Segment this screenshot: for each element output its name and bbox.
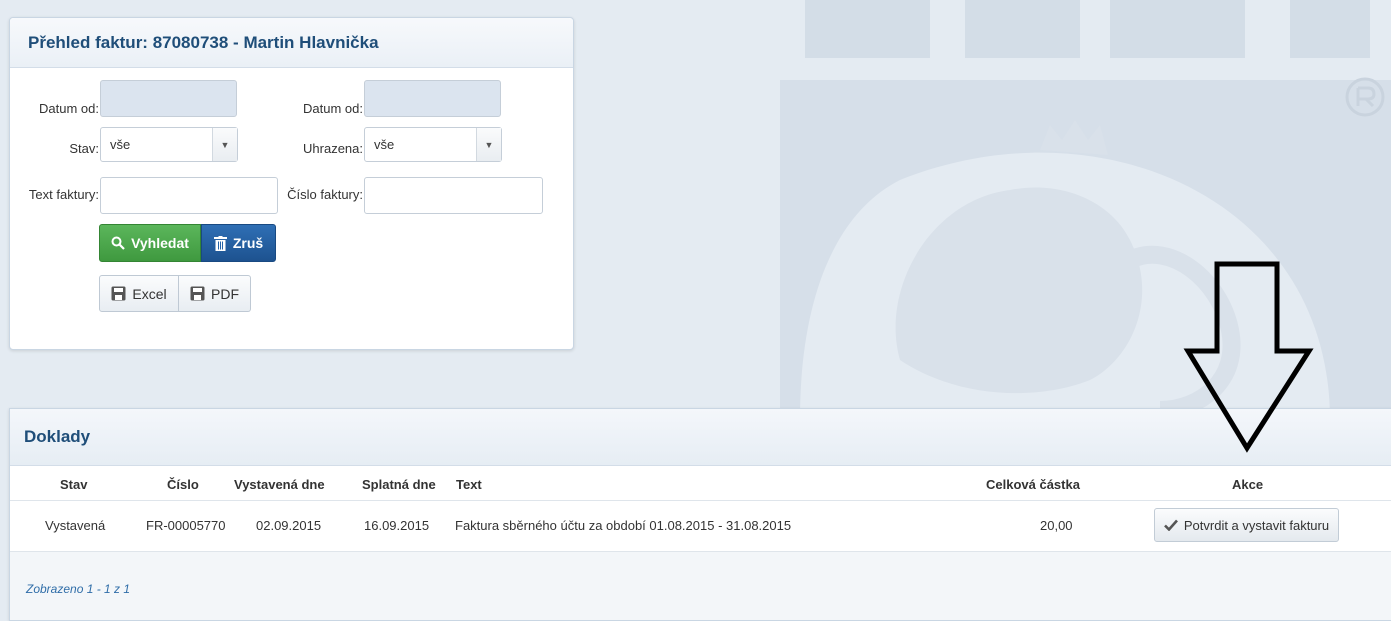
cell-vystavena: 02.09.2015	[256, 518, 322, 533]
search-icon	[111, 236, 125, 250]
invoice-text-input[interactable]	[100, 177, 278, 214]
date-from2-label: Datum od:	[303, 101, 363, 116]
export-excel-button[interactable]: Excel	[99, 275, 179, 312]
reset-button[interactable]: Zruš	[201, 224, 276, 262]
pagination-info: Zobrazeno 1 - 1 z 1	[26, 582, 131, 596]
date-to-input[interactable]	[364, 80, 501, 117]
status-label: Stav:	[69, 141, 99, 156]
invoice-number-input[interactable]	[364, 177, 543, 214]
col-header-castka: Celková částka	[986, 477, 1080, 492]
date-from-input[interactable]	[100, 80, 237, 117]
trash-icon	[213, 235, 227, 251]
cell-text: Faktura sběrného účtu za období 01.08.20…	[455, 518, 792, 533]
invoice-number-label: Číslo faktury:	[287, 187, 363, 202]
invoice-filter-panel: Přehled faktur: 87080738 - Martin Hlavni…	[9, 17, 574, 350]
col-header-vystavena: Vystavená dne	[234, 477, 325, 492]
status-select-value: vše	[110, 137, 131, 152]
table-header: Stav Číslo Vystavená dne Splatná dne Tex…	[10, 466, 1391, 501]
pdf-button-label: PDF	[211, 285, 239, 302]
filter-panel-title: Přehled faktur: 87080738 - Martin Hlavni…	[10, 18, 573, 68]
chevron-down-icon: ▼	[476, 128, 501, 161]
search-button[interactable]: Vyhledat	[99, 224, 201, 262]
down-arrow-icon	[1183, 261, 1314, 453]
table-footer	[10, 552, 1391, 620]
save-icon	[111, 286, 126, 301]
confirm-button-label: Potvrdit a vystavit fakturu	[1183, 517, 1330, 533]
status-select[interactable]: vše ▼	[100, 127, 238, 162]
cell-stav: Vystavená	[45, 518, 106, 533]
checkmark-icon	[1163, 519, 1178, 531]
col-header-stav: Stav	[60, 477, 88, 492]
col-header-splatna: Splatná dne	[362, 477, 436, 492]
paid-select-value: vše	[374, 137, 395, 152]
date-from-label: Datum od:	[39, 101, 99, 116]
invoice-text-label: Text faktury:	[28, 187, 99, 202]
excel-button-label: Excel	[132, 285, 167, 302]
chevron-down-icon: ▼	[212, 128, 237, 161]
cell-castka: 20,00	[1040, 518, 1073, 533]
col-header-text: Text	[456, 477, 482, 492]
search-button-label: Vyhledat	[131, 235, 189, 251]
confirm-invoice-button[interactable]: Potvrdit a vystavit fakturu	[1154, 508, 1339, 542]
col-header-akce: Akce	[1232, 477, 1264, 492]
cell-splatna: 16.09.2015	[364, 518, 430, 533]
paid-label: Uhrazena:	[303, 141, 363, 156]
cell-cislo: FR-00005770	[146, 518, 226, 533]
save-icon	[190, 286, 205, 301]
col-header-cislo: Číslo	[167, 477, 199, 492]
paid-select[interactable]: vše ▼	[364, 127, 502, 162]
reset-button-label: Zruš	[232, 235, 264, 251]
export-pdf-button[interactable]: PDF	[179, 275, 251, 312]
